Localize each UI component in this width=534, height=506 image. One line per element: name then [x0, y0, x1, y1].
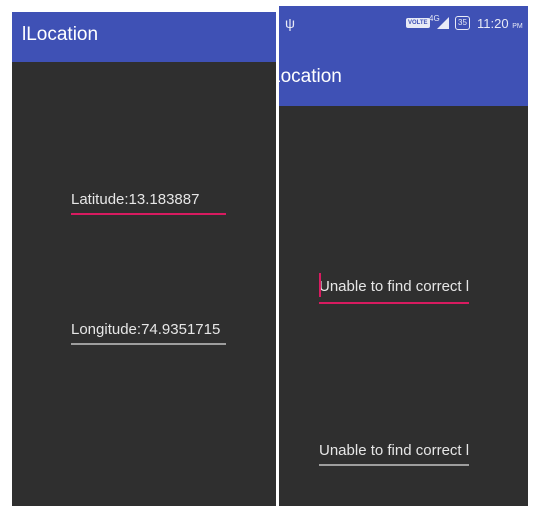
longitude-value: Longitude:74.9351715: [71, 321, 221, 338]
signal-icon: [437, 17, 449, 29]
location-field-2[interactable]: Unable to find correct loca: [319, 436, 469, 466]
right-app-screen: ψ VOLTE 4G 35 11:20 PM Location Unable t…: [279, 6, 528, 506]
battery-icon: 35: [455, 16, 470, 30]
longitude-field[interactable]: Longitude:74.9351715: [71, 318, 226, 345]
latitude-field[interactable]: Latitude:13.183887: [71, 188, 226, 215]
status-time-suffix: PM: [512, 23, 523, 30]
status-bar: ψ VOLTE 4G 35 11:20 PM: [279, 6, 528, 42]
volte-badge: VOLTE: [406, 18, 430, 28]
left-app-screen: lLocation Latitude:13.183887 Longitude:7…: [12, 12, 276, 506]
app-title: lLocation: [22, 24, 99, 45]
app-bar: lLocation: [12, 12, 276, 62]
battery-level: 35: [458, 18, 467, 27]
usb-icon: ψ: [285, 15, 295, 31]
status-time: 11:20 PM: [477, 16, 523, 31]
status-time-value: 11:20: [477, 16, 509, 31]
location-field-2-value: Unable to find correct loca: [319, 442, 469, 459]
text-cursor: [319, 273, 321, 297]
location-field-1-underline: [319, 302, 469, 304]
latitude-underline: [71, 213, 226, 215]
app-bar: Location: [279, 42, 528, 106]
location-field-2-underline: [319, 464, 469, 466]
location-field-1-value: Unable to find correct loca: [319, 278, 469, 295]
screenshot-stage: lLocation Latitude:13.183887 Longitude:7…: [0, 0, 534, 506]
app-title: Location: [279, 66, 342, 87]
location-field-1[interactable]: Unable to find correct loca: [319, 270, 469, 304]
longitude-underline: [71, 343, 226, 345]
latitude-value: Latitude:13.183887: [71, 191, 200, 208]
